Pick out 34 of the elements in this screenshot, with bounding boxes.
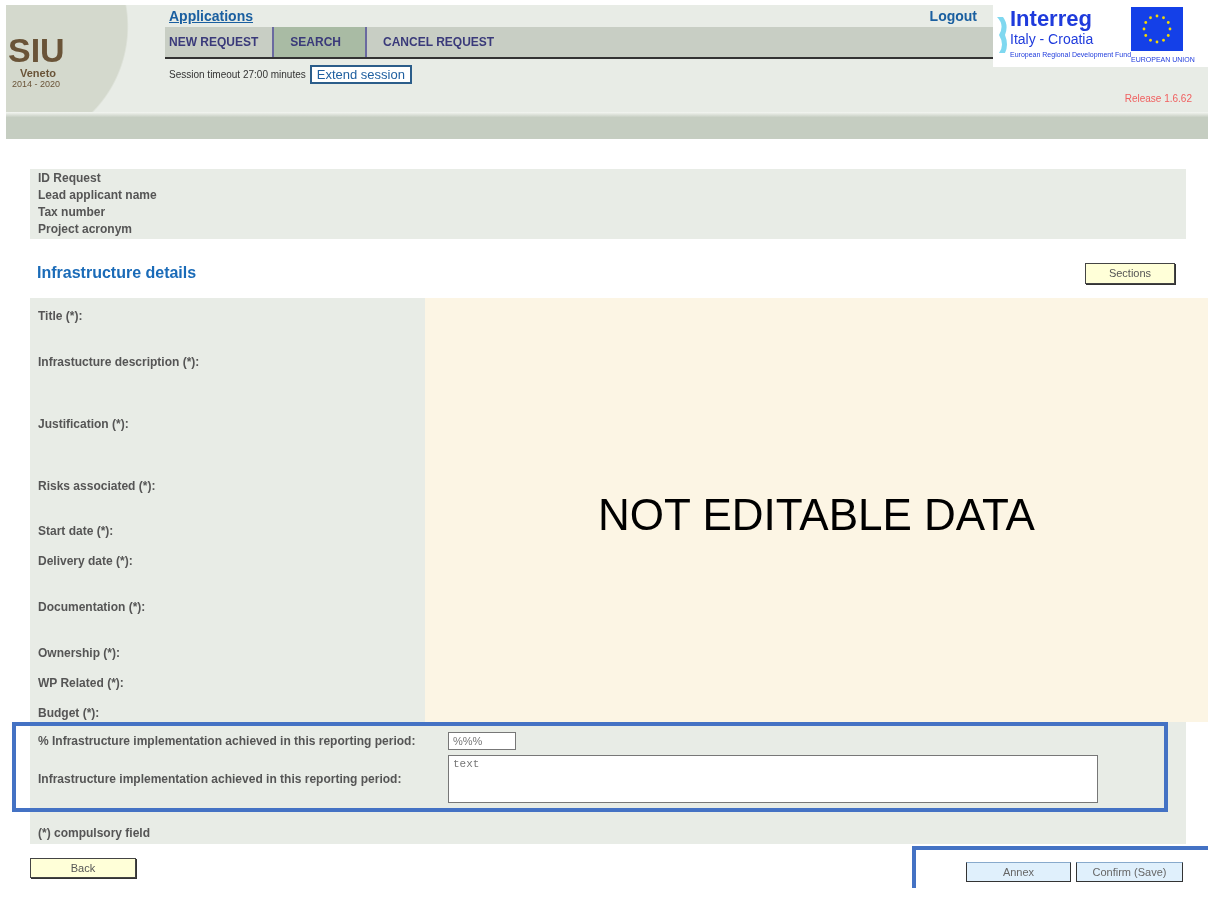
text-area-field[interactable]: text [448,755,1098,803]
not-editable-text: NOT EDITABLE DATA [598,490,1035,540]
extend-session-button[interactable]: Extend session [309,65,412,84]
applications-link[interactable]: Applications [169,8,253,24]
field-label: Delivery date (*): [38,554,133,568]
field-label: Risks associated (*): [38,479,156,493]
eu-flag-icon [1131,7,1183,51]
logout-link[interactable]: Logout [929,8,977,24]
annex-button[interactable]: Annex [966,862,1071,882]
field-label: WP Related (*): [38,676,124,690]
back-button[interactable]: Back [30,858,136,878]
field-label: % Infrastructure implementation achieved in this reporting period: [38,734,417,748]
session-timeout-text: Session timeout 27:00 minutes [169,69,306,80]
field-label: Documentation (*): [38,600,146,614]
info-label: Project acronym [38,221,134,238]
field-label: Justification (*): [38,417,129,431]
compulsory-note: (*) compulsory field [37,825,151,842]
field-label: Title (*): [38,309,83,323]
field-label: Infrastucture description (*): [38,355,200,369]
field-label: Ownership (*): [38,646,120,660]
confirm-save-button[interactable]: Confirm (Save) [1076,862,1183,882]
percentage-input-field[interactable]: %%% [448,732,516,750]
field-label: Start date (*): [38,524,114,538]
section-title: Infrastructure details [37,264,197,282]
info-label: Lead applicant name [38,187,158,204]
field-label: Infrastructure implementation achieved in this reporting period: [38,772,403,786]
nav-tab[interactable]: CANCEL REQUEST [367,27,509,57]
release-version: Release 1.6.62 [1124,93,1192,104]
info-label: Tax number [38,204,107,221]
wave-icon [995,15,1007,55]
field-label: Budget (*): [38,706,100,720]
info-label: ID Request [38,170,102,187]
sections-button[interactable]: Sections [1085,262,1175,284]
nav-tab[interactable]: SEARCH [274,27,367,57]
